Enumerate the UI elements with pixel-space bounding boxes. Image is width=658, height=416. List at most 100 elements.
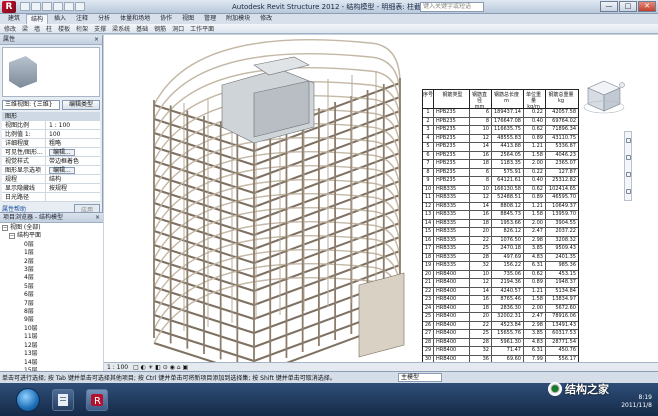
schedule-row[interactable]: 14 HRB335 18 1953.66 2.00 3904.55 bbox=[423, 219, 578, 228]
undo-icon[interactable] bbox=[42, 2, 52, 11]
ribbon-tool-button[interactable]: 柱 bbox=[46, 24, 52, 33]
schedule-row[interactable]: 29 HRB400 32 71.47 6.31 450.76 bbox=[423, 347, 578, 356]
schedule-row[interactable]: 26 HRB400 22 4523.84 2.98 13491.43 bbox=[423, 321, 578, 330]
workset-dropdown[interactable]: 主模型 bbox=[398, 373, 442, 382]
property-edit-button[interactable]: 编辑... bbox=[49, 149, 75, 156]
browser-tree-item[interactable]: 6层 bbox=[2, 291, 101, 299]
steering-wheel-icon[interactable] bbox=[625, 138, 631, 143]
ribbon-tab[interactable]: 视图 bbox=[178, 14, 198, 24]
schedule-row[interactable]: 28 HRB400 28 5961.30 4.83 28771.54 bbox=[423, 338, 578, 347]
browser-tree-item[interactable]: 1层 bbox=[2, 249, 101, 257]
property-value[interactable]: 1 : 100 bbox=[46, 121, 100, 129]
schedule-row[interactable]: 1 HPB235 6 189437.14 0.22 42057.58 bbox=[423, 109, 578, 118]
system-clock[interactable]: 8:19 2011/11/8 bbox=[621, 394, 652, 410]
browser-tree-item[interactable]: 0层 bbox=[2, 241, 101, 249]
browser-tree-item[interactable]: 11层 bbox=[2, 333, 101, 341]
schedule-row[interactable]: 7 HPB235 18 1183.35 2.00 2365.07 bbox=[423, 160, 578, 169]
browser-tree-item[interactable]: 5层 bbox=[2, 283, 101, 291]
measure-icon[interactable] bbox=[64, 2, 74, 11]
ribbon-tool-button[interactable]: 楼板 bbox=[58, 24, 70, 33]
schedule-row[interactable]: 27 HRB400 25 15655.76 3.85 60317.53 bbox=[423, 330, 578, 339]
property-edit-button[interactable]: 编辑... bbox=[49, 167, 75, 174]
browser-tree-item[interactable]: 4层 bbox=[2, 274, 101, 282]
close-button[interactable]: ✕ bbox=[638, 1, 656, 12]
ribbon-tab[interactable]: 体量和场地 bbox=[116, 14, 154, 24]
property-value[interactable]: 编辑... bbox=[46, 166, 100, 174]
ribbon-tab[interactable]: 插入 bbox=[50, 14, 70, 24]
schedule-row[interactable]: 5 HPB235 14 4413.88 1.21 5336.87 bbox=[423, 143, 578, 152]
property-value[interactable]: 按规程 bbox=[46, 184, 100, 192]
schedule-row[interactable]: 24 HRB400 18 2836.30 2.00 5672.60 bbox=[423, 304, 578, 313]
taskbar-app-icon[interactable] bbox=[52, 388, 74, 411]
schedule-row[interactable]: 18 HRB335 28 497.69 4.83 2401.35 bbox=[423, 253, 578, 262]
schedule-row[interactable]: 8 HPB235 6 575.91 0.22 127.87 bbox=[423, 168, 578, 177]
browser-tree-item[interactable]: 12层 bbox=[2, 342, 101, 350]
save-icon[interactable] bbox=[31, 2, 41, 11]
schedule-row[interactable]: 12 HRB335 14 8808.12 1.21 10649.37 bbox=[423, 202, 578, 211]
schedule-row[interactable]: 20 HRB400 10 735.06 0.62 453.15 bbox=[423, 270, 578, 279]
property-group-graphics[interactable]: 图形 bbox=[2, 112, 100, 121]
property-value[interactable] bbox=[46, 193, 100, 201]
property-value[interactable]: 编辑... bbox=[46, 148, 100, 156]
schedule-row[interactable]: 9 HPB235 8 64121.61 0.40 25312.82 bbox=[423, 177, 578, 186]
browser-tree-item[interactable]: 10层 bbox=[2, 325, 101, 333]
ribbon-tab[interactable]: 管理 bbox=[200, 14, 220, 24]
maximize-button[interactable]: □ bbox=[619, 1, 637, 12]
close-icon[interactable]: × bbox=[94, 35, 99, 45]
ribbon-tool-button[interactable]: 支撑 bbox=[94, 24, 106, 33]
ribbon-tab[interactable]: 建筑 bbox=[4, 14, 24, 24]
schedule-row[interactable]: 15 HRB335 20 826.12 2.47 2037.22 bbox=[423, 228, 578, 237]
schedule-row[interactable]: 10 HRB335 10 166130.58 0.62 102414.65 bbox=[423, 185, 578, 194]
schedule-row[interactable]: 3 HPB235 10 116635.75 0.62 71896.34 bbox=[423, 126, 578, 135]
close-icon[interactable]: × bbox=[95, 213, 100, 223]
ribbon-tool-button[interactable]: 墙 bbox=[34, 24, 40, 33]
viewcube-icon[interactable] bbox=[582, 77, 626, 115]
view-control-icons[interactable]: □ ◐ ☀ ◧ ⊙ ◉ ⌂ ▣ bbox=[133, 363, 188, 371]
schedule-row[interactable]: 25 HRB400 20 32002.31 2.47 78916.06 bbox=[423, 313, 578, 322]
taskbar-revit-icon[interactable]: R bbox=[86, 388, 108, 411]
schedule-row[interactable]: 22 HRB400 14 4240.57 1.21 5134.84 bbox=[423, 287, 578, 296]
ribbon-tool-button[interactable]: 钢筋 bbox=[154, 24, 166, 33]
schedule-row[interactable]: 6 HPB235 16 2564.05 1.58 4046.23 bbox=[423, 151, 578, 160]
property-value[interactable]: 带边框着色 bbox=[46, 157, 100, 165]
browser-tree-item[interactable]: 13层 bbox=[2, 350, 101, 358]
browser-tree-item[interactable]: − 结构平面 bbox=[2, 232, 101, 240]
ribbon-tool-button[interactable]: 洞口 bbox=[172, 24, 184, 33]
ribbon-tab[interactable]: 结构 bbox=[26, 13, 49, 25]
schedule-row[interactable]: 11 HRB335 12 52488.51 0.89 46595.70 bbox=[423, 194, 578, 203]
start-button[interactable] bbox=[16, 387, 40, 412]
pan-icon[interactable] bbox=[625, 172, 631, 177]
property-value[interactable]: 粗略 bbox=[46, 139, 100, 147]
open-icon[interactable] bbox=[20, 2, 30, 11]
ribbon-tool-button[interactable]: 梁系统 bbox=[112, 24, 130, 33]
schedule-row[interactable]: 2 HPB235 8 176647.08 0.40 69764.02 bbox=[423, 117, 578, 126]
ribbon-tab[interactable]: 注释 bbox=[72, 14, 92, 24]
ribbon-tab[interactable]: 协作 bbox=[156, 14, 176, 24]
ribbon-tool-button[interactable]: 修改 bbox=[4, 24, 16, 33]
view-scale[interactable]: 1 : 100 bbox=[107, 363, 128, 371]
property-value[interactable]: 100 bbox=[46, 130, 100, 138]
drawing-canvas[interactable]: 序号 钢筋类型 钢筋直径 mm 钢筋总长度 m 单位重量 kg/m 钢筋总重量 kg 1 HPB23… bbox=[104, 35, 658, 389]
ribbon-tool-button[interactable]: 梁 bbox=[22, 24, 28, 33]
ribbon-tab[interactable]: 分析 bbox=[94, 14, 114, 24]
browser-tree-item[interactable]: 14层 bbox=[2, 359, 101, 367]
minimize-button[interactable]: — bbox=[600, 1, 618, 12]
ribbon-tool-button[interactable]: 桁架 bbox=[76, 24, 88, 33]
expand-toggle-icon[interactable]: − bbox=[9, 232, 15, 239]
orbit-icon[interactable] bbox=[625, 189, 631, 194]
browser-tree-item[interactable]: 8层 bbox=[2, 308, 101, 316]
browser-tree-item[interactable]: 7层 bbox=[2, 300, 101, 308]
browser-tree-item[interactable]: 9层 bbox=[2, 316, 101, 324]
schedule-row[interactable]: 19 HRB335 32 156.22 6.31 985.36 bbox=[423, 262, 578, 271]
property-value[interactable]: 结构 bbox=[46, 175, 100, 183]
schedule-row[interactable]: 21 HRB400 12 2194.36 0.89 1948.37 bbox=[423, 279, 578, 288]
ribbon-tool-button[interactable]: 工作平面 bbox=[190, 24, 214, 33]
help-search-input[interactable]: 键入关键字或短语 bbox=[420, 2, 484, 12]
type-selector[interactable]: 三维视图: {三维} bbox=[2, 99, 60, 110]
schedule-row[interactable]: 4 HPB235 12 48555.83 0.89 43110.75 bbox=[423, 134, 578, 143]
ribbon-tab[interactable]: 修改 bbox=[256, 14, 276, 24]
revit-logo-icon[interactable]: R bbox=[2, 0, 16, 13]
edit-type-button[interactable]: 编辑类型 bbox=[62, 99, 100, 110]
ribbon-tool-button[interactable]: 基础 bbox=[136, 24, 148, 33]
redo-icon[interactable] bbox=[53, 2, 63, 11]
